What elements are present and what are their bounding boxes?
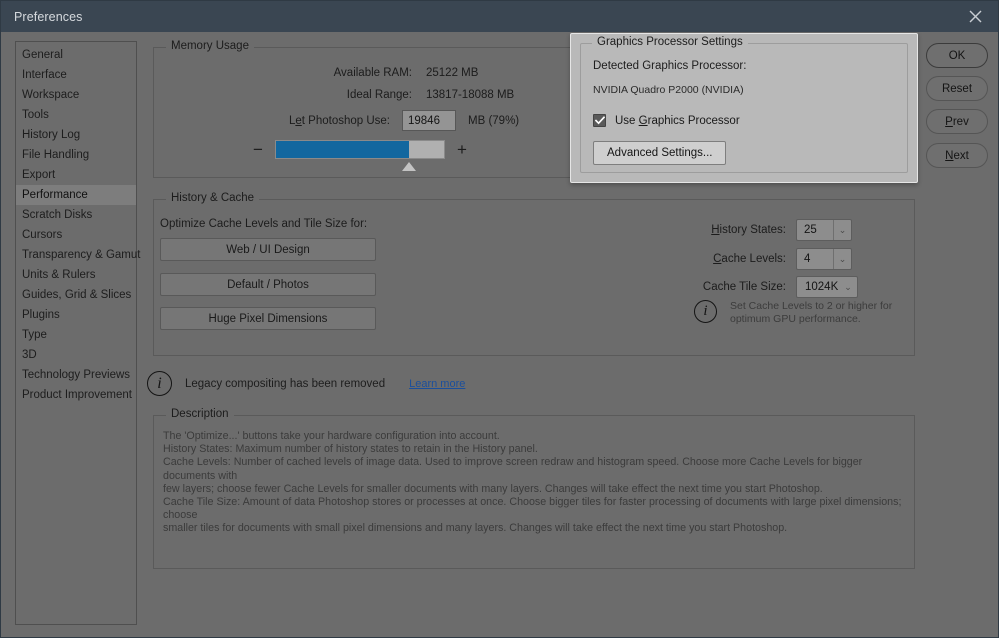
gpu-performance-note: i Set Cache Levels to 2 or higher for op… [694, 300, 892, 326]
sidebar-item-transparency-gamut[interactable]: Transparency & Gamut [16, 245, 140, 265]
description-group: Description The 'Optimize...' buttons ta… [153, 408, 915, 569]
sidebar-item-history-log[interactable]: History Log [16, 125, 136, 145]
ideal-range-label: Ideal Range: [346, 89, 412, 101]
cache-levels-select[interactable]: 4 ⌄ [796, 248, 852, 270]
sidebar-item-guides-grid-slices[interactable]: Guides, Grid & Slices [16, 285, 136, 305]
chevron-down-icon: ⌄ [833, 249, 851, 269]
sidebar-item-export[interactable]: Export [16, 165, 136, 185]
memory-slider-thumb[interactable] [401, 162, 416, 171]
memory-usage-legend: Memory Usage [166, 40, 254, 52]
sidebar-item-3d[interactable]: 3D [16, 345, 136, 365]
cache-tile-size-label: Cache Tile Size: [702, 281, 786, 293]
chevron-down-icon: ⌄ [844, 281, 852, 292]
sidebar-item-plugins[interactable]: Plugins [16, 305, 136, 325]
let-photoshop-use-input[interactable] [402, 110, 456, 131]
use-graphics-processor-checkbox[interactable] [593, 114, 606, 127]
info-icon: i [147, 371, 172, 396]
cache-levels-label: Cache Levels: [713, 253, 786, 265]
memory-percent-label: MB (79%) [468, 114, 520, 127]
use-graphics-processor-label: Use Graphics Processor [615, 114, 740, 127]
available-ram-label: Available RAM: [333, 67, 412, 79]
memory-slider[interactable]: − + [250, 140, 470, 171]
sidebar-item-interface[interactable]: Interface [16, 65, 136, 85]
history-states-value: 25 [804, 224, 817, 236]
sidebar-item-type[interactable]: Type [16, 325, 136, 345]
sidebar-item-units-rulers[interactable]: Units & Rulers [16, 265, 136, 285]
optimize-huge-pixel-dimensions-button[interactable]: Huge Pixel Dimensions [160, 307, 376, 330]
sidebar-item-performance[interactable]: Performance [16, 185, 136, 205]
next-button[interactable]: Next [926, 143, 988, 168]
optimize-web-ui-design-button[interactable]: Web / UI Design [160, 238, 376, 261]
detected-graphics-processor-label: Detected Graphics Processor: [593, 60, 747, 72]
cache-levels-row: Cache Levels: 4 ⌄ [694, 248, 852, 270]
cache-tile-size-value: 1024K [805, 281, 839, 293]
available-ram-row: Available RAM: 25122 MB [262, 67, 479, 79]
ok-button[interactable]: OK [926, 43, 988, 68]
advanced-settings-button[interactable]: Advanced Settings... [593, 141, 727, 165]
sidebar-item-technology-previews[interactable]: Technology Previews [16, 365, 136, 385]
graphics-processor-inner-frame: Graphics Processor Settings Detected Gra… [580, 36, 908, 173]
cache-tile-size-select[interactable]: 1024K ⌄ [796, 276, 858, 298]
ideal-range-row: Ideal Range: 13817-18088 MB [262, 89, 514, 101]
description-legend: Description [166, 408, 234, 420]
history-states-label: History States: [711, 224, 786, 236]
reset-button[interactable]: Reset [926, 76, 988, 101]
detected-graphics-processor-value: NVIDIA Quadro P2000 (NVIDIA) [593, 84, 744, 96]
use-graphics-processor-row[interactable]: Use Graphics Processor [593, 114, 740, 127]
let-photoshop-use-label: Let Photoshop Use: [288, 114, 390, 127]
graphics-processor-legend: Graphics Processor Settings [592, 36, 748, 48]
memory-slider-fill [276, 141, 409, 158]
memory-slider-track[interactable] [275, 140, 445, 171]
sidebar-item-cursors[interactable]: Cursors [16, 225, 136, 245]
prev-button[interactable]: Prev [926, 109, 988, 134]
learn-more-link[interactable]: Learn more [409, 378, 465, 390]
history-cache-legend: History & Cache [166, 192, 260, 204]
history-states-select[interactable]: 25 ⌄ [796, 219, 852, 241]
history-states-row: History States: 25 ⌄ [694, 219, 852, 241]
preferences-dialog: Preferences General Interface Workspace … [0, 0, 999, 638]
cache-tile-size-row: Cache Tile Size: 1024K ⌄ [687, 276, 858, 298]
close-icon[interactable] [952, 1, 998, 32]
graphics-processor-settings-panel: Graphics Processor Settings Detected Gra… [570, 33, 918, 183]
optimize-label: Optimize Cache Levels and Tile Size for: [160, 218, 368, 230]
description-text: The 'Optimize...' buttons take your hard… [163, 430, 902, 535]
ideal-range-value: 13817-18088 MB [426, 89, 515, 101]
sidebar-item-tools[interactable]: Tools [16, 105, 136, 125]
sidebar-item-workspace[interactable]: Workspace [16, 85, 136, 105]
legacy-notice-text: Legacy compositing has been removed [185, 377, 386, 390]
sidebar-item-file-handling[interactable]: File Handling [16, 145, 136, 165]
optimize-default-photos-button[interactable]: Default / Photos [160, 273, 376, 296]
cache-levels-value: 4 [804, 253, 811, 265]
memory-increase-icon[interactable]: + [454, 141, 470, 158]
gpu-performance-note-text: Set Cache Levels to 2 or higher for opti… [730, 300, 893, 325]
title-bar: Preferences [1, 1, 998, 32]
info-icon: i [694, 300, 717, 323]
window-title: Preferences [14, 9, 83, 24]
sidebar-item-product-improvement[interactable]: Product Improvement [16, 385, 136, 405]
let-photoshop-use-row: Let Photoshop Use: MB (79%) [240, 110, 519, 131]
memory-decrease-icon[interactable]: − [250, 141, 266, 158]
sidebar-item-general[interactable]: General [16, 45, 136, 65]
available-ram-value: 25122 MB [426, 67, 479, 79]
preferences-sidebar[interactable]: General Interface Workspace Tools Histor… [15, 41, 140, 625]
chevron-down-icon: ⌄ [833, 220, 851, 240]
legacy-compositing-notice: i Legacy compositing has been removed Le… [147, 371, 465, 396]
history-cache-group: History & Cache Optimize Cache Levels an… [153, 192, 915, 356]
sidebar-item-scratch-disks[interactable]: Scratch Disks [16, 205, 136, 225]
